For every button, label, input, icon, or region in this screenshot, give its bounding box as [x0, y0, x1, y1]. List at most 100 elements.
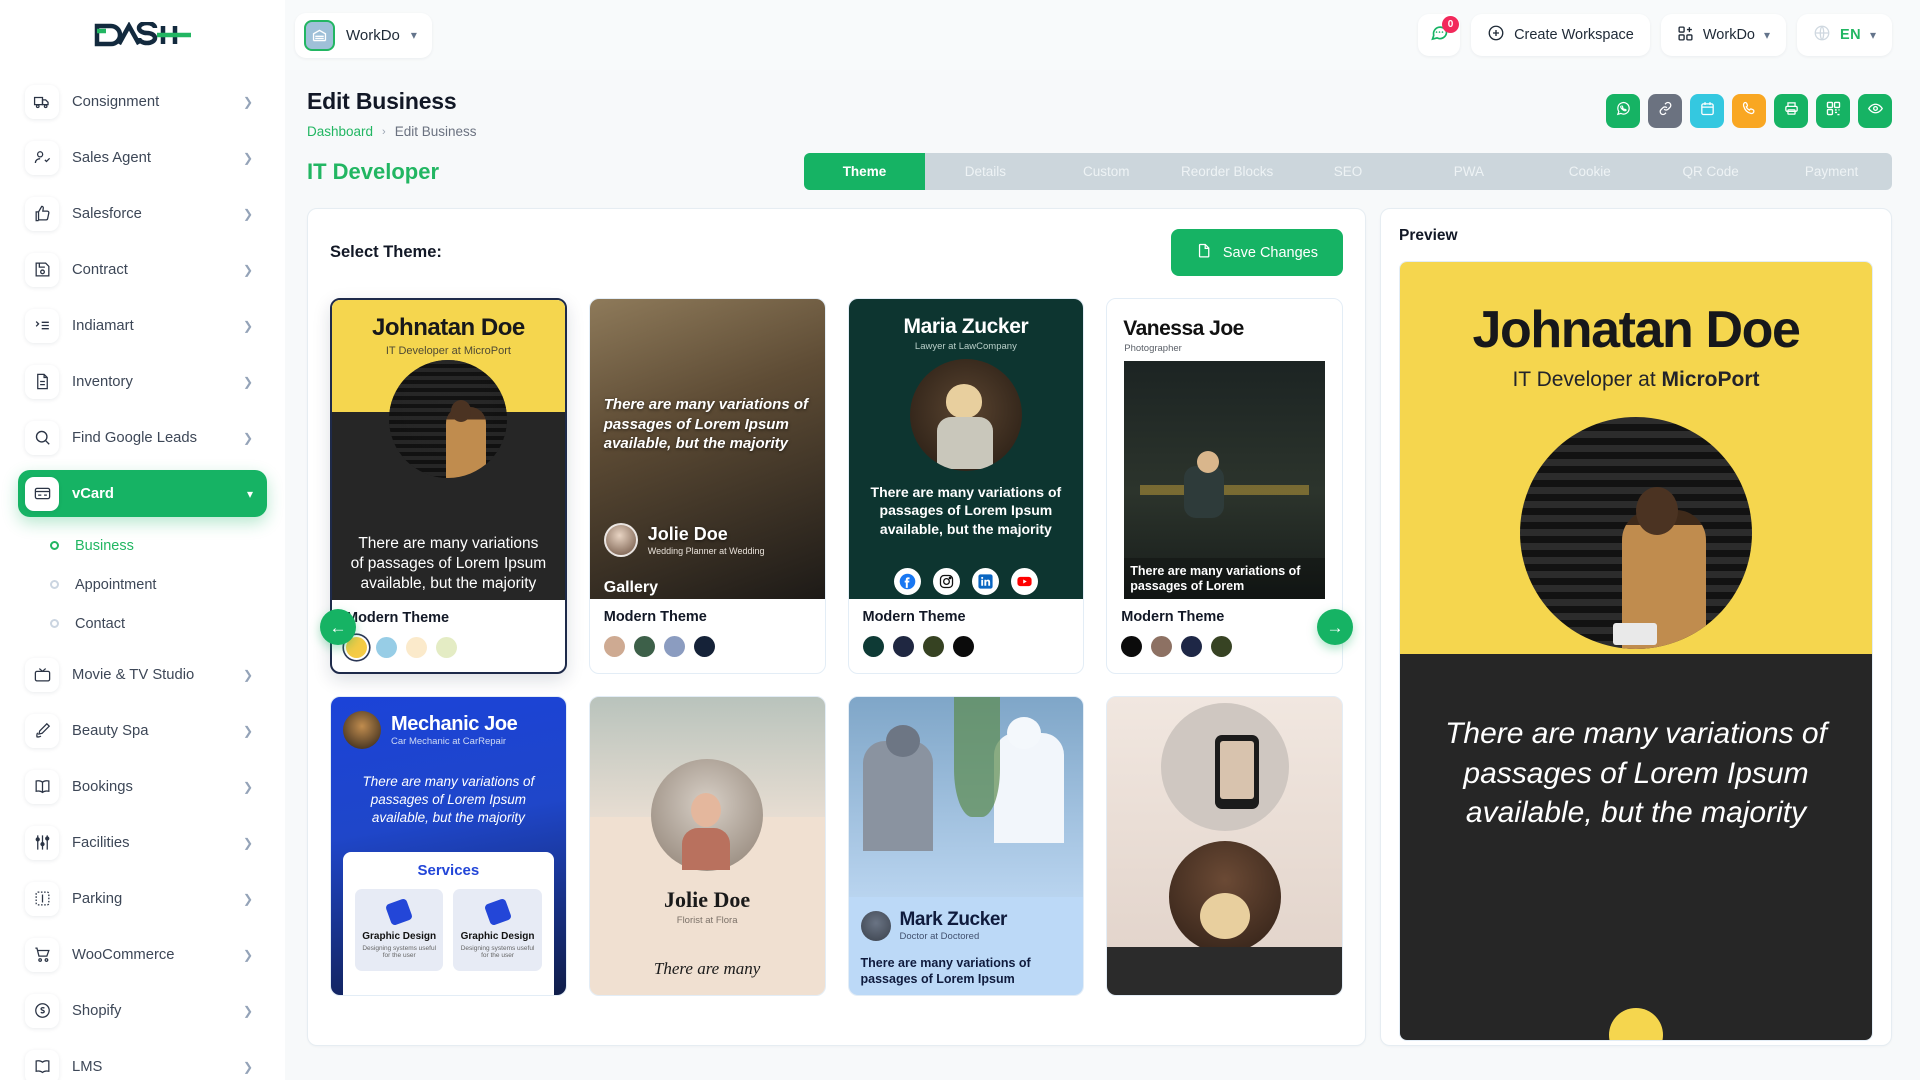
- chevron-right-icon: ❯: [243, 375, 253, 389]
- whatsapp-icon: [1615, 100, 1632, 122]
- sidebar-subitem-business[interactable]: Business: [18, 526, 267, 565]
- tab-details[interactable]: Details: [925, 153, 1046, 190]
- swatch[interactable]: [694, 636, 715, 657]
- chat-button[interactable]: 0: [1418, 14, 1460, 56]
- sidebar-item-lms[interactable]: LMS ❯: [18, 1043, 267, 1080]
- create-workspace-button[interactable]: Create Workspace: [1471, 14, 1650, 56]
- theme-person-name: Jolie Doe: [648, 524, 765, 545]
- swatch[interactable]: [1121, 636, 1142, 657]
- theme-person-role: Florist at Flora: [590, 915, 825, 926]
- theme-section-label: Gallery: [604, 579, 658, 597]
- sidebar-item-woocommerce[interactable]: WooCommerce ❯: [18, 931, 267, 978]
- sidebar-item-inventory[interactable]: Inventory ❯: [18, 358, 267, 405]
- theme-card[interactable]: There are many variations of passages of…: [589, 298, 826, 674]
- sidebar-item-label: Bookings: [72, 779, 230, 795]
- preview-body: [1400, 654, 1872, 1040]
- preview-person-role: IT Developer at MicroPort: [1400, 368, 1872, 392]
- tab-cookie[interactable]: Cookie: [1529, 153, 1650, 190]
- eye-icon: [1867, 100, 1884, 122]
- sidebar-item-beauty-spa[interactable]: Beauty Spa ❯: [18, 707, 267, 754]
- theme-person-role: Lawyer at LawCompany: [849, 341, 1084, 352]
- call-action[interactable]: [1732, 94, 1766, 128]
- breadcrumb-dashboard[interactable]: Dashboard: [307, 124, 373, 139]
- preview-panel: Preview Johnatan Doe IT Developer at Mic…: [1380, 208, 1892, 1046]
- sidebar-subitem-contact[interactable]: Contact: [18, 604, 267, 643]
- swatch[interactable]: [376, 637, 397, 658]
- theme-preview: There are many variations of passages of…: [590, 299, 825, 599]
- business-header: IT Developer Theme Details Custom Reorde…: [307, 153, 1892, 190]
- sidebar-item-indiamart[interactable]: Indiamart ❯: [18, 302, 267, 349]
- sidebar-item-movie-tv-studio[interactable]: Movie & TV Studio ❯: [18, 651, 267, 698]
- swatch[interactable]: [1211, 636, 1232, 657]
- sidebar-item-bookings[interactable]: Bookings ❯: [18, 763, 267, 810]
- sidebar-item-label: Facilities: [72, 835, 230, 851]
- sidebar-item-shopify[interactable]: Shopify ❯: [18, 987, 267, 1034]
- theme-card[interactable]: [1106, 696, 1343, 996]
- theme-quote: There are many variations of passages of…: [332, 534, 565, 593]
- sidebar-item-salesforce[interactable]: Salesforce ❯: [18, 190, 267, 237]
- sidebar-item-sales-agent[interactable]: Sales Agent ❯: [18, 134, 267, 181]
- tab-theme[interactable]: Theme: [804, 153, 925, 190]
- preview-quote: There are many variations of passages of…: [1400, 714, 1872, 833]
- swatch[interactable]: [664, 636, 685, 657]
- qr-action[interactable]: [1816, 94, 1850, 128]
- workspace-chip-label: WorkDo: [346, 27, 400, 44]
- swatch[interactable]: [893, 636, 914, 657]
- theme-card[interactable]: Maria Zucker Lawyer at LawCompany There …: [848, 298, 1085, 674]
- swatch[interactable]: [634, 636, 655, 657]
- sidebar-item-parking[interactable]: Parking ❯: [18, 875, 267, 922]
- tab-seo[interactable]: SEO: [1288, 153, 1409, 190]
- sidebar-item-facilities[interactable]: Facilities ❯: [18, 819, 267, 866]
- theme-avatar: [604, 523, 638, 557]
- swatch[interactable]: [953, 636, 974, 657]
- theme-name: Modern Theme: [863, 609, 1070, 625]
- breadcrumb-separator-icon: ›: [382, 126, 386, 138]
- theme-card[interactable]: Mechanic Joe Car Mechanic at CarRepair T…: [330, 696, 567, 996]
- sidebar-item-vcard[interactable]: vCard ▾: [18, 470, 267, 517]
- sidebar-item-consignment[interactable]: Consignment ❯: [18, 78, 267, 125]
- preview-person-name: Johnatan Doe: [1400, 300, 1872, 360]
- sidebar-item-contract[interactable]: Contract ❯: [18, 246, 267, 293]
- theme-next-button[interactable]: →: [1317, 609, 1353, 645]
- theme-card[interactable]: Vanessa Joe Photographer There are many …: [1106, 298, 1343, 674]
- workspace-chip[interactable]: WorkDo ▾: [295, 13, 432, 58]
- tab-reorder-blocks[interactable]: Reorder Blocks: [1167, 153, 1288, 190]
- copy-link-action[interactable]: [1648, 94, 1682, 128]
- preview-action[interactable]: [1858, 94, 1892, 128]
- theme-card[interactable]: Mark Zucker Doctor at Doctored There are…: [848, 696, 1085, 996]
- swatch[interactable]: [863, 636, 884, 657]
- theme-prev-button[interactable]: ←: [320, 609, 356, 645]
- swatch[interactable]: [1151, 636, 1172, 657]
- sidebar-item-find-google-leads[interactable]: Find Google Leads ❯: [18, 414, 267, 461]
- swatch[interactable]: [604, 636, 625, 657]
- theme-swatches: [604, 636, 811, 657]
- theme-avatar: [910, 359, 1022, 471]
- tab-payment[interactable]: Payment: [1771, 153, 1892, 190]
- save-changes-button[interactable]: Save Changes: [1171, 229, 1343, 276]
- whatsapp-action[interactable]: [1606, 94, 1640, 128]
- swatch[interactable]: [1181, 636, 1202, 657]
- brand-logo[interactable]: [0, 0, 285, 70]
- sidebar-item-label: Salesforce: [72, 206, 230, 222]
- calendar-action[interactable]: [1690, 94, 1724, 128]
- tab-custom[interactable]: Custom: [1046, 153, 1167, 190]
- tab-qr-code[interactable]: QR Code: [1650, 153, 1771, 190]
- swatch[interactable]: [436, 637, 457, 658]
- theme-card[interactable]: Johnatan Doe IT Developer at MicroPort T…: [330, 298, 567, 674]
- tab-pwa[interactable]: PWA: [1408, 153, 1529, 190]
- theme-quote: There are many variations of passages of…: [1124, 558, 1325, 599]
- swatch[interactable]: [406, 637, 427, 658]
- print-action[interactable]: [1774, 94, 1808, 128]
- theme-card[interactable]: Jolie Doe Florist at Flora There are man…: [589, 696, 826, 996]
- language-selector[interactable]: EN ▾: [1797, 14, 1892, 56]
- theme-preview: [1107, 697, 1342, 995]
- chevron-right-icon: ❯: [243, 263, 253, 277]
- sidebar-item-label: WooCommerce: [72, 947, 230, 963]
- chevron-right-icon: ❯: [243, 207, 253, 221]
- sidebar-subitem-appointment[interactable]: Appointment: [18, 565, 267, 604]
- workspace-selector[interactable]: WorkDo ▾: [1661, 14, 1786, 56]
- theme-image: [849, 697, 1084, 897]
- tv-icon: [25, 658, 59, 692]
- theme-image: There are many variations of passages of…: [1124, 361, 1325, 599]
- swatch[interactable]: [923, 636, 944, 657]
